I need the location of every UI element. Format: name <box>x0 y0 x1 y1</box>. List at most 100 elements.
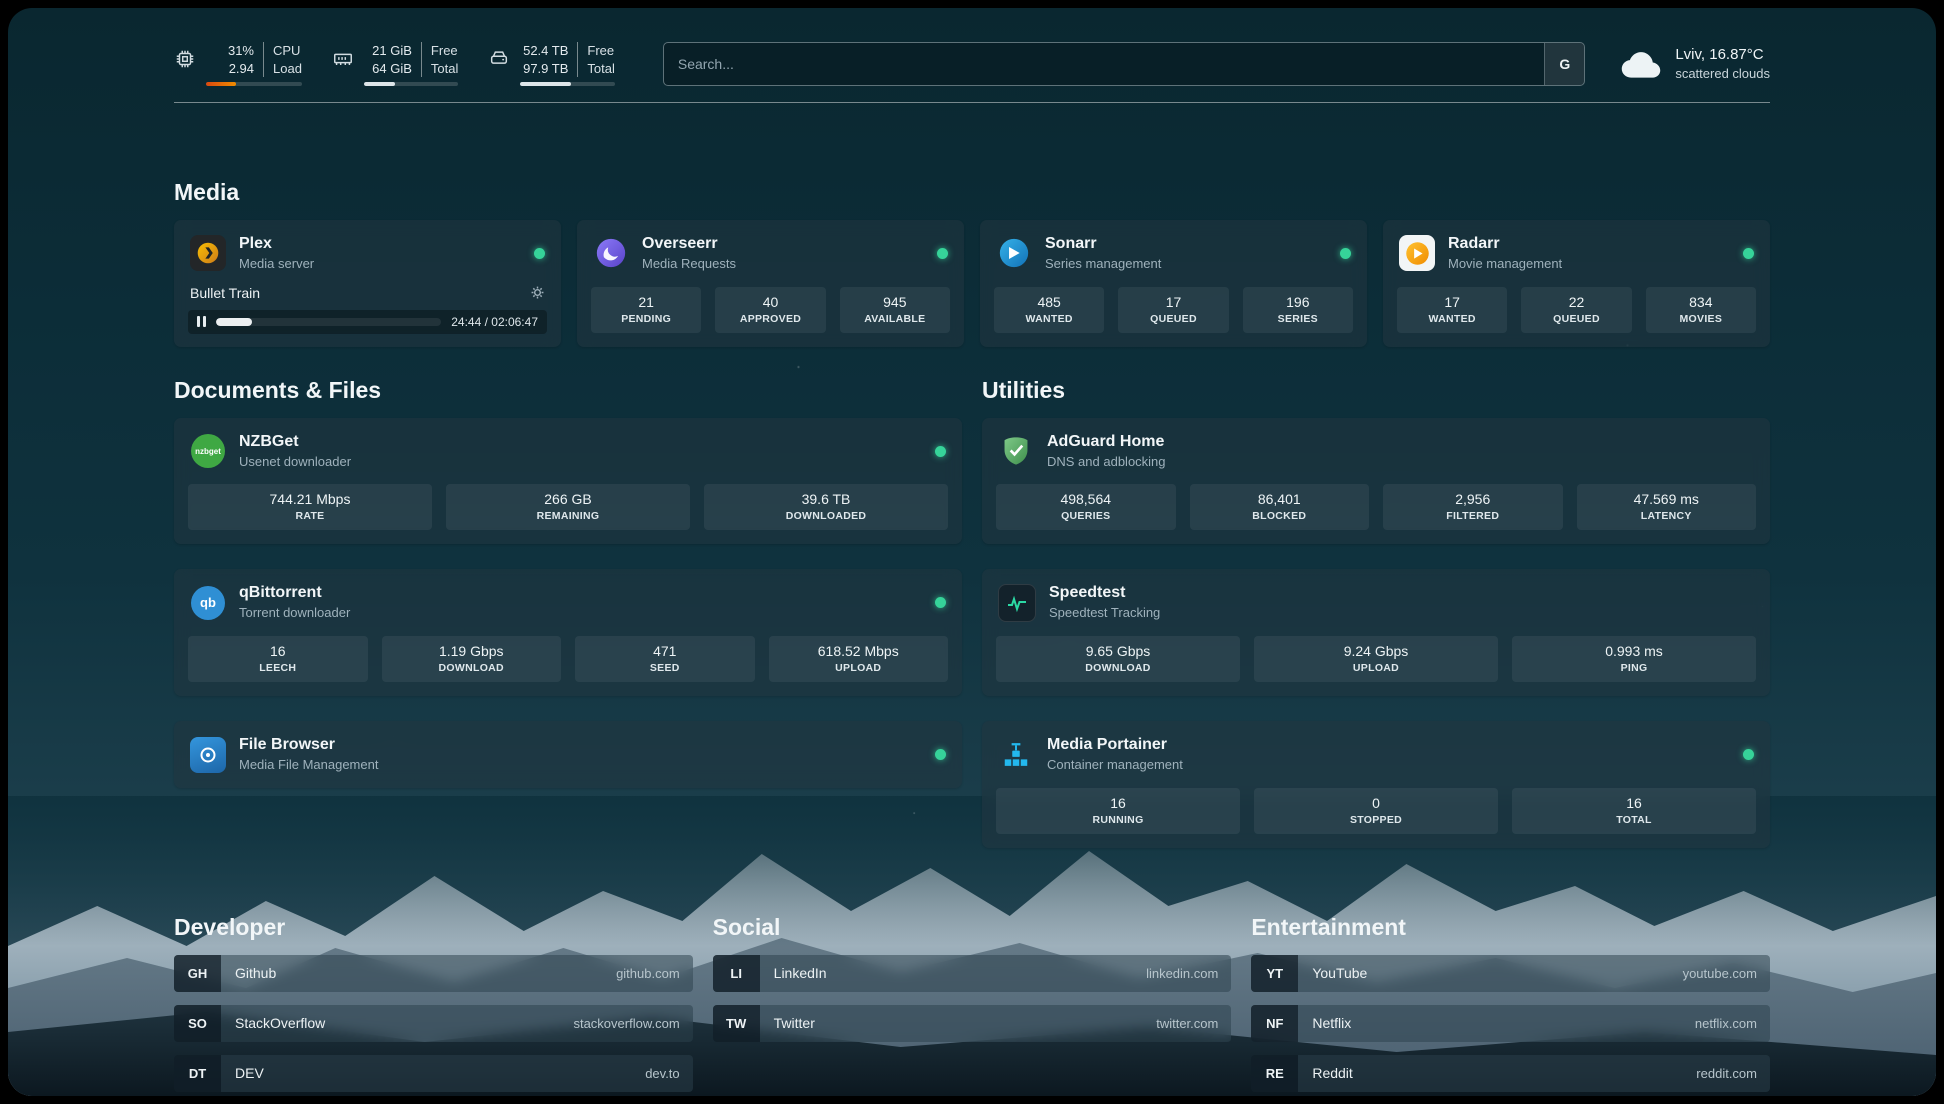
cpu-percent: 31% <box>228 42 254 60</box>
overseerr-icon <box>593 235 629 271</box>
app-card-filebrowser: File Browser Media File Management <box>174 721 962 788</box>
bookmark-abbr-youtube: YT <box>1251 955 1298 992</box>
memory-free: 21 GiB <box>372 42 412 60</box>
bookmark-youtube[interactable]: YT YouTube youtube.com <box>1251 955 1770 992</box>
bookmark-netflix[interactable]: NF Netflix netflix.com <box>1251 1005 1770 1042</box>
app-card-nzbget: nzbget NZBGet Usenet downloader 744.21 M… <box>174 418 962 545</box>
stat-sonarr-queued: 17QUEUED <box>1118 287 1228 333</box>
app-link-filebrowser[interactable]: File Browser Media File Management <box>174 721 962 788</box>
app-link-portainer[interactable]: Media Portainer Container management <box>982 721 1770 788</box>
bookmark-stackoverflow[interactable]: SO StackOverflow stackoverflow.com <box>174 1005 693 1042</box>
app-desc-radarr: Movie management <box>1448 256 1562 273</box>
portainer-icon <box>998 737 1034 773</box>
stat-nzbget-downloaded: 39.6 TBDOWNLOADED <box>704 484 948 530</box>
bookmark-twitter[interactable]: TW Twitter twitter.com <box>713 1005 1232 1042</box>
app-name-nzbget: NZBGet <box>239 432 351 453</box>
bookmark-abbr-dev: DT <box>174 1055 221 1092</box>
top-bar: 31% 2.94 CPU Load <box>174 42 1770 86</box>
bookmark-github[interactable]: GH Github github.com <box>174 955 693 992</box>
search-provider-button[interactable]: G <box>1544 43 1584 85</box>
section-title-entertainment: Entertainment <box>1251 914 1770 941</box>
stat-qbit-leech: 16LEECH <box>188 636 368 682</box>
app-name-filebrowser: File Browser <box>239 735 378 756</box>
stat-nzbget-rate: 744.21 MbpsRATE <box>188 484 432 530</box>
gear-icon[interactable] <box>530 285 545 300</box>
plex-progress-fill <box>216 318 252 326</box>
bookmark-group-social: Social LI LinkedIn linkedin.com TW Twitt… <box>713 914 1232 1055</box>
nzbget-icon: nzbget <box>190 433 226 469</box>
app-card-radarr: Radarr Movie management 17WANTED 22QUEUE… <box>1383 220 1770 347</box>
app-link-qbittorrent[interactable]: qb qBittorrent Torrent downloader <box>174 569 962 636</box>
app-link-adguard[interactable]: AdGuard Home DNS and adblocking <box>982 418 1770 485</box>
stat-qbit-upload: 618.52 MbpsUPLOAD <box>769 636 949 682</box>
disk-progress-bar <box>520 82 614 86</box>
app-desc-filebrowser: Media File Management <box>239 757 378 774</box>
app-link-overseerr[interactable]: Overseerr Media Requests <box>577 220 964 287</box>
bookmark-group-entertainment: Entertainment YT YouTube youtube.com NF … <box>1251 914 1770 1096</box>
app-card-qbittorrent: qb qBittorrent Torrent downloader 16LEEC… <box>174 569 962 696</box>
app-card-portainer: Media Portainer Container management 16R… <box>982 721 1770 848</box>
disk-label-2: Total <box>587 60 614 78</box>
disk-widget: 52.4 TB 97.9 TB Free Total <box>488 42 614 86</box>
section-media: Media Plex <box>174 179 1770 347</box>
section-title-utilities: Utilities <box>982 377 1770 404</box>
stat-adguard-blocked: 86,401BLOCKED <box>1190 484 1370 530</box>
status-dot-plex <box>534 248 545 259</box>
pause-icon[interactable] <box>197 316 206 327</box>
section-title-developer: Developer <box>174 914 693 941</box>
app-link-plex[interactable]: Plex Media server <box>174 220 561 287</box>
status-dot-overseerr <box>937 248 948 259</box>
bookmark-reddit[interactable]: RE Reddit reddit.com <box>1251 1055 1770 1092</box>
stat-qbit-download: 1.19 GbpsDOWNLOAD <box>382 636 562 682</box>
app-name-qbittorrent: qBittorrent <box>239 583 350 604</box>
search-input[interactable] <box>664 43 1544 85</box>
dashboard-screen: 31% 2.94 CPU Load <box>8 8 1936 1096</box>
bookmark-abbr-linkedin: LI <box>713 955 760 992</box>
memory-icon <box>332 48 354 70</box>
app-name-portainer: Media Portainer <box>1047 735 1183 756</box>
bookmark-abbr-stackoverflow: SO <box>174 1005 221 1042</box>
header-divider <box>174 102 1770 103</box>
app-name-speedtest: Speedtest <box>1049 583 1160 604</box>
cpu-widget: 31% 2.94 CPU Load <box>174 42 302 86</box>
filebrowser-icon <box>190 737 226 773</box>
app-link-radarr[interactable]: Radarr Movie management <box>1383 220 1770 287</box>
stat-overseerr-pending: 21PENDING <box>591 287 701 333</box>
app-name-adguard: AdGuard Home <box>1047 432 1166 453</box>
app-link-sonarr[interactable]: Sonarr Series management <box>980 220 1367 287</box>
app-link-nzbget[interactable]: nzbget NZBGet Usenet downloader <box>174 418 962 485</box>
weather-location: Lviv, 16.87°C <box>1675 44 1770 65</box>
app-card-sonarr: Sonarr Series management 485WANTED 17QUE… <box>980 220 1367 347</box>
plex-icon <box>190 235 226 271</box>
stat-sonarr-wanted: 485WANTED <box>994 287 1104 333</box>
adguard-icon <box>998 433 1034 469</box>
status-dot-radarr <box>1743 248 1754 259</box>
memory-widget: 21 GiB 64 GiB Free Total <box>332 42 458 86</box>
disk-icon <box>488 48 510 70</box>
app-desc-sonarr: Series management <box>1045 256 1161 273</box>
status-dot-qbittorrent <box>935 597 946 608</box>
app-link-speedtest[interactable]: Speedtest Speedtest Tracking <box>982 569 1770 636</box>
cloud-icon <box>1619 49 1663 80</box>
qbittorrent-icon: qb <box>190 585 226 621</box>
disk-total: 97.9 TB <box>523 60 568 78</box>
memory-progress-bar <box>364 82 458 86</box>
app-name-plex: Plex <box>239 234 314 255</box>
stat-adguard-queries: 498,564QUERIES <box>996 484 1176 530</box>
section-title-media: Media <box>174 179 1770 206</box>
stat-portainer-running: 16RUNNING <box>996 788 1240 834</box>
memory-total: 64 GiB <box>372 60 412 78</box>
app-desc-adguard: DNS and adblocking <box>1047 454 1166 471</box>
stat-overseerr-approved: 40APPROVED <box>715 287 825 333</box>
weather-widget: Lviv, 16.87°C scattered clouds <box>1619 44 1770 83</box>
radarr-icon <box>1399 235 1435 271</box>
status-dot-portainer <box>1743 749 1754 760</box>
stat-speedtest-upload: 9.24 GbpsUPLOAD <box>1254 636 1498 682</box>
stat-radarr-movies: 834MOVIES <box>1646 287 1756 333</box>
app-card-overseerr: Overseerr Media Requests 21PENDING 40APP… <box>577 220 964 347</box>
cpu-label-2: Load <box>273 60 302 78</box>
plex-progress-track[interactable] <box>216 318 441 326</box>
bookmark-linkedin[interactable]: LI LinkedIn linkedin.com <box>713 955 1232 992</box>
bookmark-dev[interactable]: DT DEV dev.to <box>174 1055 693 1092</box>
speedtest-icon <box>998 584 1036 622</box>
